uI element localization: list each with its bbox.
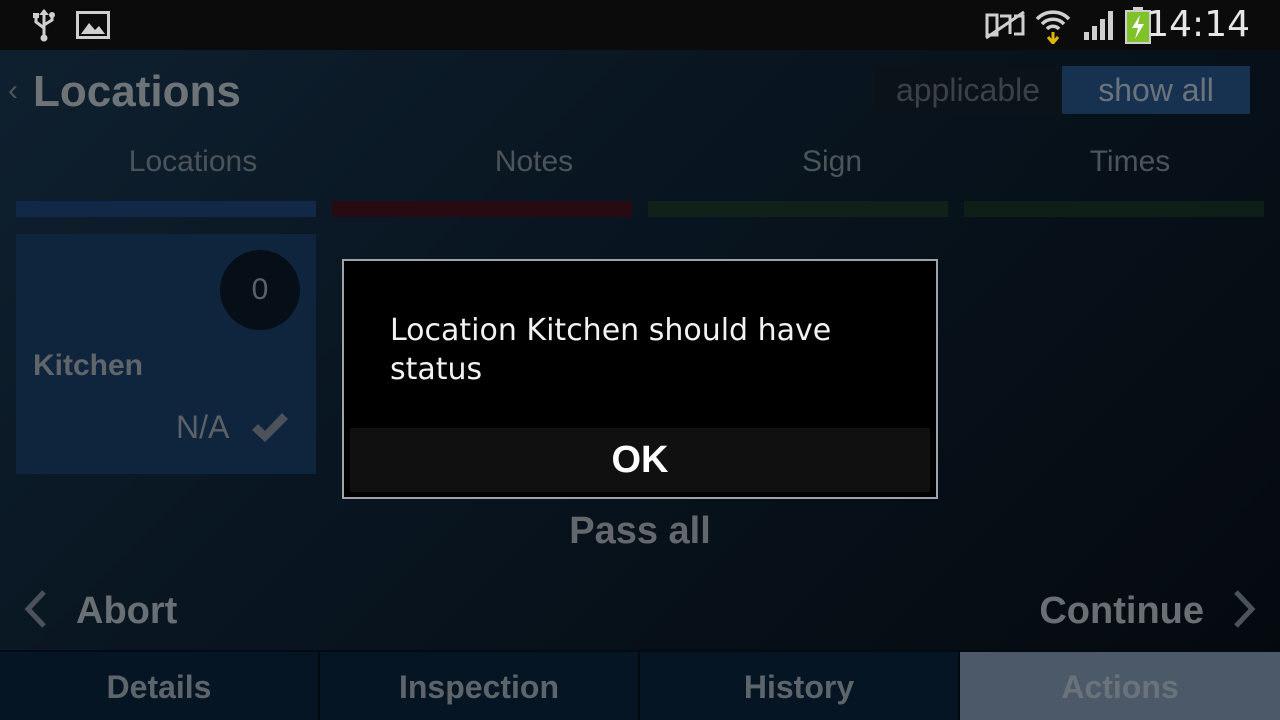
tab-history[interactable]: History — [640, 650, 960, 720]
tab-sign[interactable]: Sign — [682, 140, 982, 184]
wifi-icon — [1034, 0, 1072, 50]
tab-times-indicator — [964, 201, 1264, 217]
status-clock: 14:14 — [1146, 4, 1250, 45]
filter-toggle: applicable show all — [874, 66, 1250, 114]
checkmark-icon[interactable] — [250, 408, 290, 448]
tab-notes-indicator — [332, 201, 632, 217]
tab-actions[interactable]: Actions — [960, 650, 1280, 720]
signal-icon — [1082, 0, 1118, 50]
status-bar: 14:14 — [0, 0, 1280, 50]
continue-label: Continue — [1039, 589, 1204, 632]
nfc-off-icon — [984, 0, 1026, 50]
tab-details[interactable]: Details — [0, 650, 320, 720]
alert-dialog: Location Kitchen should have status OK — [342, 259, 938, 499]
tab-times[interactable]: Times — [980, 140, 1280, 184]
filter-applicable-button[interactable]: applicable — [874, 66, 1062, 114]
abort-label: Abort — [76, 589, 178, 632]
page-title[interactable]: Locations — [33, 66, 241, 118]
tab-inspection[interactable]: Inspection — [320, 650, 640, 720]
chevron-right-icon — [1232, 589, 1258, 634]
ok-button[interactable]: OK — [350, 428, 930, 492]
image-icon — [76, 0, 110, 50]
location-name: Kitchen — [33, 349, 144, 382]
tab-sign-indicator — [648, 201, 948, 217]
usb-icon — [30, 0, 58, 50]
tab-notes[interactable]: Notes — [384, 140, 684, 184]
bottom-tab-bar: Details Inspection History Actions — [0, 650, 1280, 720]
screen: 14:14 ‹ Locations applicable show all Lo… — [0, 0, 1280, 720]
abort-button[interactable]: Abort — [22, 585, 177, 637]
continue-button[interactable]: Continue — [1039, 585, 1258, 637]
filter-show-all-button[interactable]: show all — [1062, 66, 1250, 114]
chevron-left-icon — [22, 589, 48, 634]
dialog-message: Location Kitchen should have status — [390, 313, 832, 387]
tab-locations[interactable]: Locations — [43, 140, 343, 184]
location-status: N/A — [176, 409, 230, 445]
tab-locations-indicator — [16, 201, 316, 217]
location-count-badge: 0 — [220, 250, 300, 330]
pass-all-button[interactable]: Pass all — [440, 508, 840, 554]
location-card-kitchen[interactable]: 0 Kitchen N/A — [16, 234, 316, 474]
back-chevron-icon[interactable]: ‹ — [8, 74, 26, 108]
